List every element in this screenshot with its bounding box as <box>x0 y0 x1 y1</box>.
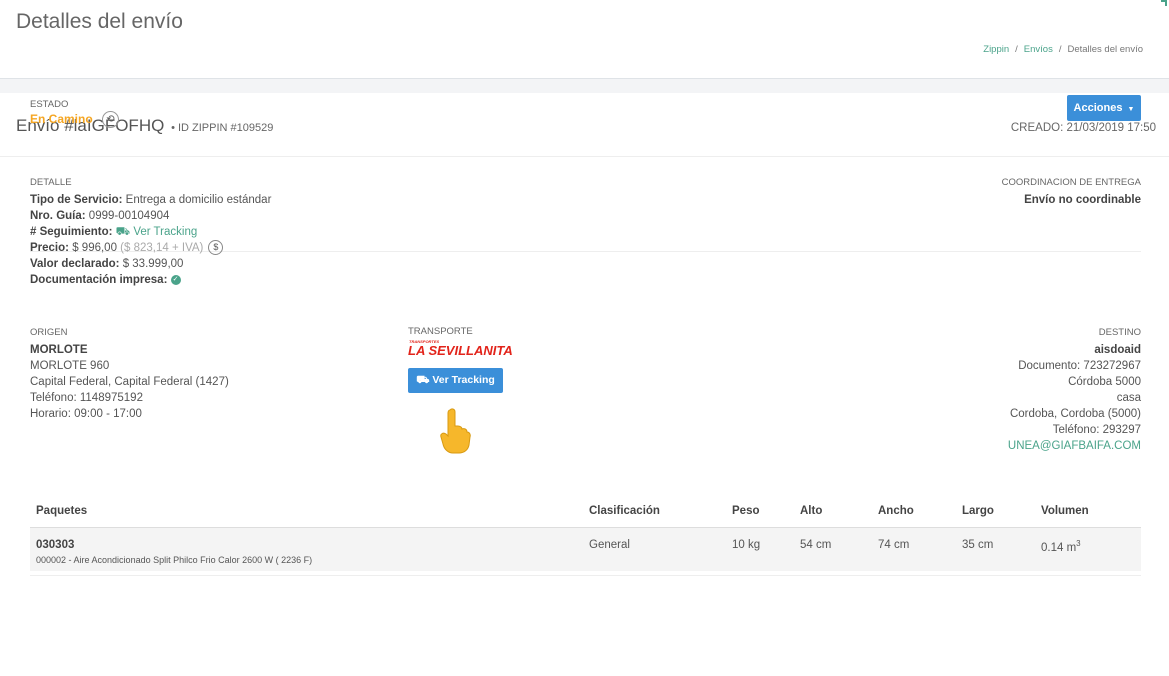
carrier-logo: TRANSPORTES LA SEVILLANITA <box>408 339 513 358</box>
estado-label: ESTADO <box>30 99 69 110</box>
cell-paquete: 030303 000002 - Aire Acondicionado Split … <box>30 527 583 571</box>
order-zippin-id: • ID ZIPPIN #109529 <box>171 122 274 134</box>
cell-peso: 10 kg <box>726 527 794 571</box>
breadcrumb: Zippin / Envíos / Detalles del envío <box>983 44 1143 55</box>
guia-value: 0999-00104904 <box>88 210 170 222</box>
breadcrumb-envios[interactable]: Envíos <box>1024 44 1053 55</box>
seguimiento-label: # Seguimiento: <box>30 226 113 238</box>
destino-name: aisdoaid <box>1094 344 1141 356</box>
cell-alto: 54 cm <box>794 527 872 571</box>
origen-name: MORLOTE <box>30 344 88 356</box>
transporte-label: TRANSPORTE <box>408 326 473 337</box>
corner-mark-icon <box>1161 0 1167 6</box>
volumen-value: 0.14 m <box>1041 541 1077 554</box>
truck-icon: ⛟ <box>416 373 430 386</box>
page-header: Detalles del envío Zippin / Envíos / Detalle… <box>0 0 1169 79</box>
package-code: 030303 <box>36 538 75 551</box>
coordinacion-label: COORDINACION DE ENTREGA <box>1001 177 1141 188</box>
guia-label: Nro. Guía: <box>30 210 86 222</box>
dollar-icon[interactable]: $ <box>208 240 224 256</box>
caret-down-icon: ▼ <box>1127 106 1135 113</box>
origen-city: Capital Federal, Capital Federal (1427) <box>30 376 229 388</box>
destino-documento: Documento: 723272967 <box>1018 360 1141 372</box>
detalle-section: DETALLE Tipo de Servicio: Entrega a domi… <box>30 176 271 288</box>
transporte-section: TRANSPORTE TRANSPORTES LA SEVILLANITA ⛟ … <box>408 326 513 393</box>
ver-tracking-link[interactable]: Ver Tracking <box>133 226 197 238</box>
precio-label: Precio: <box>30 242 69 254</box>
cell-ancho: 74 cm <box>872 527 956 571</box>
th-ancho: Ancho <box>872 496 956 528</box>
truck-icon: ⛟ <box>115 226 131 238</box>
destino-address: Córdoba 5000 <box>1068 376 1141 388</box>
acciones-label: Acciones <box>1073 102 1123 114</box>
servicio-value: Entrega a domicilio estándar <box>125 194 272 206</box>
check-icon: ✓ <box>170 274 181 285</box>
th-volumen: Volumen <box>1035 496 1141 528</box>
acciones-button[interactable]: Acciones ▼ <box>1067 95 1141 121</box>
th-paquetes: Paquetes <box>30 496 583 528</box>
valor-value: $ 33.999,00 <box>122 258 184 270</box>
th-alto: Alto <box>794 496 872 528</box>
card-header: Envío #laIGFOFHQ • ID ZIPPIN #109529 CRE… <box>0 93 1169 157</box>
table-header-row: Paquetes Clasificación Peso Alto Ancho L… <box>30 496 1141 528</box>
destino-email[interactable]: UNEA@GIAFBAIFA.COM <box>1008 438 1141 454</box>
th-clasificacion: Clasificación <box>583 496 726 528</box>
origen-address: MORLOTE 960 <box>30 360 110 372</box>
volumen-exp: 3 <box>1076 538 1081 548</box>
table-row: 030303 000002 - Aire Acondicionado Split … <box>30 527 1141 571</box>
pointing-hand-icon <box>440 408 471 454</box>
precio-value: $ 996,00 <box>72 242 117 254</box>
coordinacion-value: Envío no coordinable <box>1024 194 1141 206</box>
destino-extra: casa <box>1116 392 1141 404</box>
estado-value: En Camino <box>30 112 93 126</box>
packages-table: Paquetes Clasificación Peso Alto Ancho L… <box>30 496 1141 571</box>
divider <box>30 575 1141 576</box>
destino-label: DESTINO <box>1098 327 1141 338</box>
servicio-label: Tipo de Servicio: <box>30 194 123 206</box>
package-desc: 000002 - Aire Acondicionado Split Philco… <box>36 554 313 565</box>
doc-label: Documentación impresa: <box>30 274 168 286</box>
ver-tracking-button[interactable]: ⛟ Ver Tracking <box>408 368 503 393</box>
cell-volumen: 0.14 m3 <box>1035 527 1141 571</box>
cell-largo: 35 cm <box>956 527 1035 571</box>
origen-label: ORIGEN <box>30 327 68 338</box>
cell-clasificacion: General <box>583 527 726 571</box>
page-title: Detalles del envío <box>16 10 183 33</box>
valor-label: Valor declarado: <box>30 258 120 270</box>
th-peso: Peso <box>726 496 794 528</box>
origen-phone: Teléfono: 1148975192 <box>30 392 143 404</box>
coordinacion-section: COORDINACION DE ENTREGA Envío no coordin… <box>1002 176 1141 208</box>
destino-phone: Teléfono: 293297 <box>1052 424 1141 436</box>
detalle-label: DETALLE <box>30 177 72 188</box>
origen-section: ORIGEN MORLOTE MORLOTE 960 Capital Feder… <box>30 326 229 422</box>
carrier-name-text: LA SEVILLANITA <box>408 343 513 358</box>
history-icon[interactable]: ⟲ <box>102 111 119 128</box>
destino-city: Cordoba, Cordoba (5000) <box>1009 408 1141 420</box>
created-date: CREADO: 21/03/2019 17:50 <box>1010 122 1156 134</box>
th-largo: Largo <box>956 496 1035 528</box>
origen-hours: Horario: 09:00 - 17:00 <box>30 408 142 420</box>
ver-tracking-label: Ver Tracking <box>432 373 495 386</box>
breadcrumb-zippin[interactable]: Zippin <box>983 44 1009 55</box>
destino-section: DESTINO aisdoaid Documento: 723272967 Có… <box>1008 326 1141 454</box>
precio-iva: ($ 823,14 + IVA) <box>120 242 204 254</box>
breadcrumb-current: Detalles del envío <box>1067 44 1143 55</box>
